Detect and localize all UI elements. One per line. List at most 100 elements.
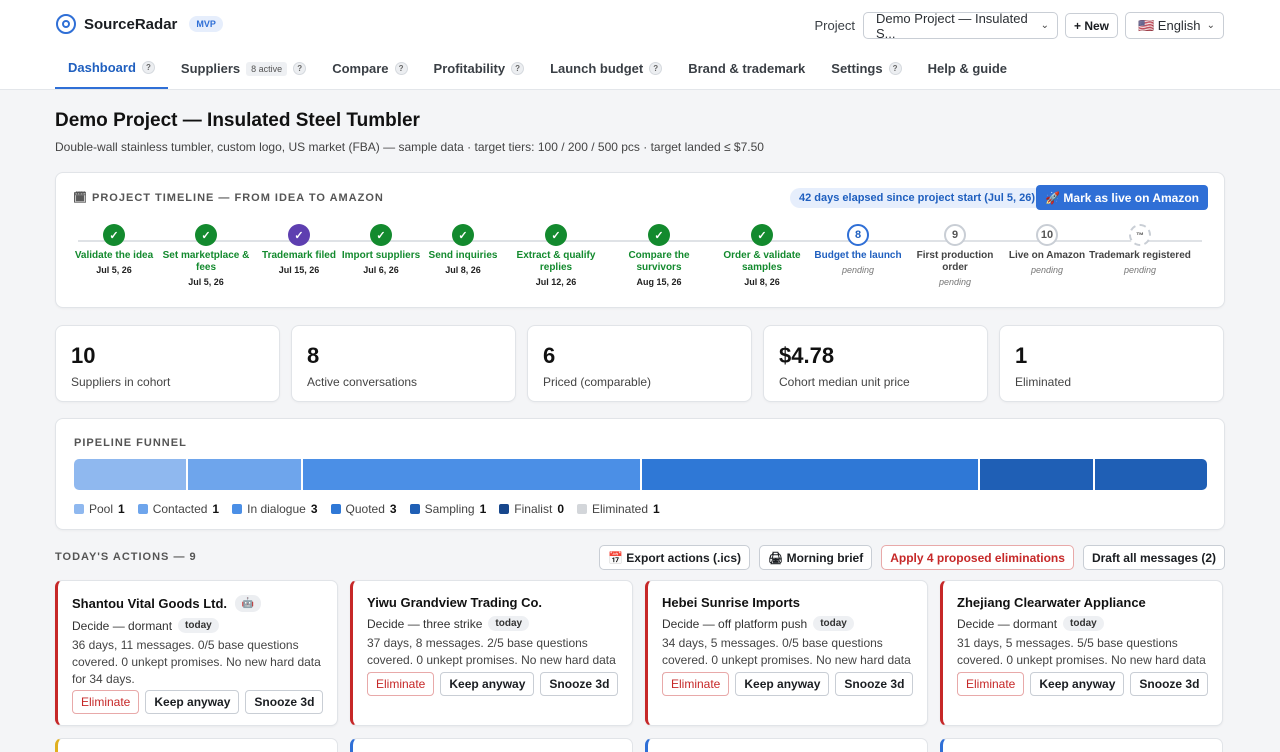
- funnel-segment-sampling[interactable]: [980, 459, 1095, 490]
- snooze-button[interactable]: Snooze 3d: [1130, 672, 1209, 696]
- legend-count: 3: [310, 502, 318, 516]
- step-date: Jul 5, 26: [96, 265, 132, 275]
- draft-messages-button[interactable]: Draft all messages (2): [1082, 545, 1225, 570]
- step-label: Budget the launch: [814, 250, 902, 261]
- snooze-button[interactable]: Snooze 3d: [245, 690, 324, 714]
- tab-label: Brand & trademark: [688, 61, 806, 76]
- tab-help-guide[interactable]: Help & guide: [915, 48, 1020, 89]
- legend-count: 0: [557, 502, 564, 516]
- timeline-step[interactable]: ✓ Validate the idea Jul 5, 26: [62, 224, 166, 275]
- action-card: Hebei Sunrise Imports Decide — off platf…: [645, 580, 928, 726]
- funnel-segment-quoted[interactable]: [641, 459, 981, 490]
- timeline-heading: 🗓 PROJECT TIMELINE — FROM IDEA TO AMAZON: [73, 192, 384, 204]
- export-actions-button[interactable]: 📅 Export actions (.ics): [599, 545, 750, 570]
- help-icon[interactable]: ?: [141, 61, 155, 74]
- legend-item: Eliminated 1: [577, 502, 660, 516]
- help-icon[interactable]: ?: [394, 62, 408, 75]
- legend-label: Contacted: [152, 502, 208, 516]
- due-badge: today: [488, 616, 530, 631]
- timeline-step[interactable]: ✓ Compare the survivors Aug 15, 26: [607, 224, 711, 287]
- tab-label: Dashboard: [68, 60, 136, 75]
- project-controls: Project Demo Project — Insulated S... ⌄ …: [815, 11, 1224, 41]
- tab-settings[interactable]: Settings ?: [818, 48, 914, 89]
- stat-label: Suppliers in cohort: [71, 375, 171, 389]
- project-timeline-card: 🗓 PROJECT TIMELINE — FROM IDEA TO AMAZON…: [55, 172, 1225, 308]
- project-select[interactable]: Demo Project — Insulated S... ⌄: [862, 11, 1058, 41]
- help-icon[interactable]: ?: [511, 62, 525, 75]
- tab-compare[interactable]: Compare ?: [319, 48, 420, 89]
- legend-item: Quoted 3: [330, 502, 397, 516]
- active-count-badge: 8 active: [246, 61, 288, 76]
- tab-label: Profitability: [433, 61, 506, 76]
- funnel-legend: Pool 1 Contacted 1 In dialogue 3 Quoted 3 Sampli…: [74, 502, 660, 516]
- timeline-step[interactable]: 10 Live on Amazon pending: [995, 224, 1099, 275]
- funnel-segment-contacted[interactable]: [188, 459, 303, 490]
- legend-item: Sampling 1: [409, 502, 487, 516]
- timeline-step[interactable]: ™ Trademark registered pending: [1088, 224, 1192, 275]
- mark-live-button[interactable]: 🚀 Mark as live on Amazon: [1036, 185, 1208, 210]
- help-icon[interactable]: ?: [293, 62, 307, 75]
- eliminate-button[interactable]: Eliminate: [957, 672, 1025, 696]
- legend-label: Sampling: [424, 502, 475, 516]
- eliminate-button[interactable]: Eliminate: [367, 672, 435, 696]
- step-label: Trademark registered: [1089, 250, 1191, 261]
- snooze-button[interactable]: Snooze 3d: [835, 672, 914, 696]
- funnel-segment-pool[interactable]: [74, 459, 189, 490]
- eliminate-button[interactable]: Eliminate: [72, 690, 140, 714]
- trademark-icon: ™: [1129, 224, 1151, 246]
- timeline-step[interactable]: ✓ Extract & qualify replies Jul 12, 26: [504, 224, 608, 287]
- step-date: Jul 12, 26: [535, 277, 577, 287]
- legend-item: Finalist 0: [499, 502, 564, 516]
- step-status: pending: [1030, 265, 1064, 275]
- funnel-segment-tail[interactable]: [1094, 459, 1207, 490]
- brand[interactable]: SourceRadar MVP: [56, 14, 223, 34]
- legend-swatch: [137, 504, 148, 514]
- stat-card: 8 Active conversations: [291, 325, 516, 402]
- timeline-step[interactable]: ✓ Send inquiries Jul 8, 26: [411, 224, 515, 275]
- language-select[interactable]: 🇺🇸 English ⌄: [1125, 12, 1224, 39]
- stat-label: Cohort median unit price: [779, 375, 910, 389]
- radar-logo-icon: [56, 14, 76, 34]
- legend-label: In dialogue: [247, 502, 306, 516]
- legend-count: 3: [389, 502, 397, 516]
- snooze-button[interactable]: Snooze 3d: [540, 672, 619, 696]
- apply-eliminations-button[interactable]: Apply 4 proposed eliminations: [881, 545, 1074, 570]
- keep-anyway-button[interactable]: Keep anyway: [735, 672, 830, 696]
- check-icon: ✓: [751, 224, 773, 246]
- keep-anyway-button[interactable]: Keep anyway: [145, 690, 240, 714]
- timeline-step[interactable]: 8 Budget the launch pending: [806, 224, 910, 275]
- decision-row: Decide — dormant today: [72, 618, 323, 633]
- action-card-partial: [940, 738, 1223, 752]
- timeline-step[interactable]: 9 First production order pending: [903, 224, 1007, 287]
- new-project-button[interactable]: + New: [1064, 13, 1118, 38]
- legend-swatch: [409, 504, 420, 514]
- decision-text: Decide — dormant: [957, 616, 1058, 631]
- funnel-segment-in-dialogue[interactable]: [302, 459, 642, 490]
- robot-icon: 🤖: [235, 595, 262, 612]
- legend-item: Pool 1: [74, 502, 125, 516]
- stat-label: Active conversations: [307, 375, 418, 389]
- tab-launch-budget[interactable]: Launch budget ?: [537, 48, 675, 89]
- decision-text: Decide — three strike: [367, 616, 483, 631]
- timeline-step[interactable]: ✓ Set marketplace & fees Jul 5, 26: [154, 224, 258, 287]
- legend-count: 1: [479, 502, 487, 516]
- tab-dashboard[interactable]: Dashboard ?: [55, 48, 168, 89]
- stat-label: Eliminated: [1015, 375, 1072, 389]
- help-icon[interactable]: ?: [649, 62, 663, 75]
- eliminate-button[interactable]: Eliminate: [662, 672, 730, 696]
- action-card-partial: [55, 738, 338, 752]
- tab-brand-trademark[interactable]: Brand & trademark: [675, 48, 818, 89]
- tab-profitability[interactable]: Profitability ?: [421, 48, 538, 89]
- timeline-step[interactable]: ✓ Order & validate samples Jul 8, 26: [710, 224, 814, 287]
- step-label: Live on Amazon: [1008, 250, 1086, 261]
- language-select-value: 🇺🇸 English: [1138, 17, 1201, 33]
- due-badge: today: [1063, 616, 1104, 631]
- keep-anyway-button[interactable]: Keep anyway: [1030, 672, 1125, 696]
- mvp-badge: MVP: [189, 16, 223, 32]
- supplier-name: Yiwu Grandview Trading Co.: [367, 595, 543, 610]
- help-icon[interactable]: ?: [888, 62, 902, 75]
- keep-anyway-button[interactable]: Keep anyway: [440, 672, 535, 696]
- tab-suppliers[interactable]: Suppliers 8 active ?: [168, 48, 319, 89]
- morning-brief-button[interactable]: 🖨 Morning brief: [759, 545, 873, 570]
- legend-count: 1: [212, 502, 220, 516]
